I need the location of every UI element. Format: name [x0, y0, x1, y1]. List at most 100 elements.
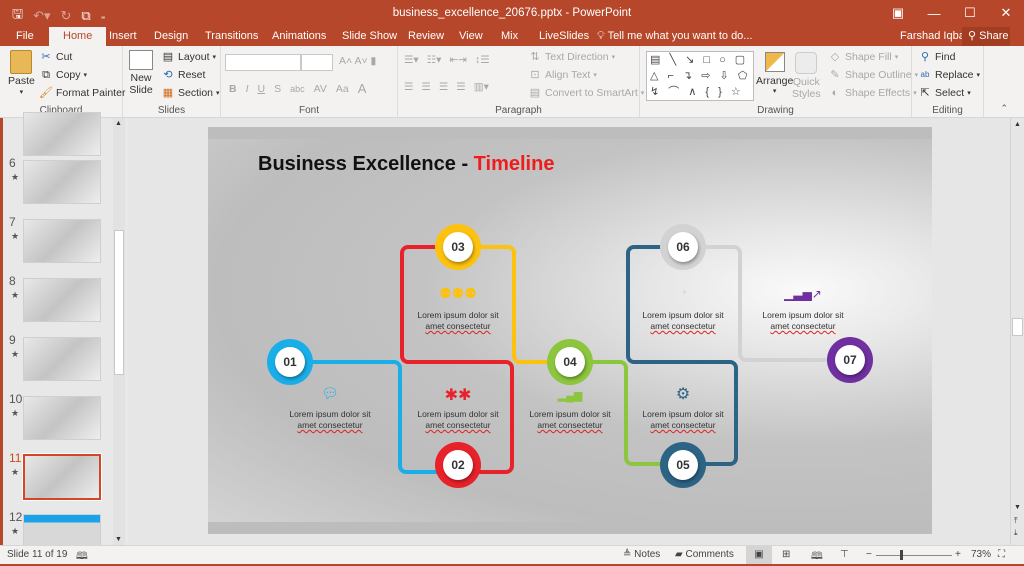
- tab-insert[interactable]: Insert: [107, 27, 139, 46]
- change-case-button[interactable]: Aa: [336, 83, 349, 95]
- scrollbar-thumb[interactable]: [114, 230, 124, 375]
- slide-thumbnail[interactable]: [23, 396, 101, 440]
- paste-button[interactable]: Paste ▾: [8, 50, 35, 96]
- comments-button[interactable]: ▰ Comments: [675, 549, 734, 560]
- collapse-ribbon-icon[interactable]: ⌃: [1000, 103, 1008, 114]
- align-text-button[interactable]: ⊡ Align Text ▾: [528, 69, 596, 81]
- strikethrough-button[interactable]: abc: [290, 84, 305, 94]
- save-icon[interactable]: 🖫: [12, 5, 23, 27]
- reset-button[interactable]: ⟲ Reset: [161, 69, 205, 81]
- format-painter-button[interactable]: 🖌︎ Format Painter: [39, 87, 125, 99]
- next-slide-icon[interactable]: ⤓: [1014, 528, 1018, 538]
- slide-sorter-button[interactable]: ⊞: [782, 549, 790, 560]
- customize-qat-icon[interactable]: ₌: [101, 11, 106, 22]
- layout-button[interactable]: ▤ Layout ▾: [161, 51, 216, 63]
- tab-view[interactable]: View: [457, 27, 485, 46]
- thumbnail-scrollbar[interactable]: ▲ ▼: [113, 118, 125, 545]
- step-node-02[interactable]: 02: [435, 442, 481, 488]
- step-description-03[interactable]: Lorem ipsum dolor sit amet consectetur: [403, 310, 513, 332]
- slide-thumbnail-selected[interactable]: [22, 453, 102, 501]
- tab-animations[interactable]: Animations: [270, 27, 328, 46]
- step-node-04[interactable]: 04: [547, 339, 593, 385]
- minimize-button[interactable]: —: [916, 0, 952, 26]
- step-node-05[interactable]: 05: [660, 442, 706, 488]
- zoom-in-button[interactable]: +: [955, 549, 961, 560]
- font-size-dropdown[interactable]: [301, 54, 333, 71]
- tab-file[interactable]: File: [14, 27, 36, 46]
- step-description-01[interactable]: Lorem ipsum dolor sit amet consectetur: [275, 409, 385, 431]
- align-center-icon[interactable]: ☰: [421, 81, 430, 93]
- replace-button[interactable]: ab Replace ▾: [918, 69, 981, 81]
- align-buttons[interactable]: ☰ ☰ ☰ ☰ ▥▾: [404, 81, 489, 93]
- slide-thumbnail[interactable]: [23, 337, 101, 381]
- slide-thumbnail[interactable]: [23, 219, 101, 263]
- font-name-dropdown[interactable]: [225, 54, 301, 71]
- select-button[interactable]: ⇱ Select ▾: [918, 87, 970, 99]
- justify-icon[interactable]: ☰: [456, 81, 465, 93]
- reading-view-button[interactable]: 🕮︎: [811, 549, 823, 566]
- step-node-07[interactable]: 07: [827, 337, 873, 383]
- notes-button[interactable]: ≜ Notes: [623, 549, 660, 560]
- step-node-06[interactable]: 06: [660, 224, 706, 270]
- font-color-button[interactable]: A: [358, 81, 367, 96]
- italic-button[interactable]: I: [246, 83, 249, 95]
- shadow-button[interactable]: S: [274, 83, 281, 95]
- scroll-up-icon[interactable]: ▲: [1014, 121, 1021, 128]
- zoom-slider-thumb[interactable]: [900, 550, 903, 560]
- tab-home[interactable]: Home: [49, 27, 107, 47]
- shape-outline-button[interactable]: ✎ Shape Outline ▾: [828, 69, 918, 81]
- align-left-icon[interactable]: ☰: [404, 81, 413, 93]
- step-description-02[interactable]: Lorem ipsum dolor sit amet consectetur: [403, 409, 513, 431]
- cut-button[interactable]: ✂ Cut: [39, 51, 72, 63]
- shapes-gallery[interactable]: ▤ ╲ ↘ □ ○ ▢ △ ⌐ ↴ ⇨ ⇩ ⬠ ↯ ⌒ ∧ { } ☆: [646, 51, 754, 101]
- shape-fill-button[interactable]: ◇ Shape Fill ▾: [828, 51, 898, 63]
- underline-button[interactable]: U: [258, 83, 266, 95]
- copy-button[interactable]: ⧉ Copy ▾: [39, 69, 87, 81]
- section-button[interactable]: ▦ Section ▾: [161, 87, 220, 99]
- slide-scrollbar[interactable]: ▲ ▼ ⤒ ⤓: [1010, 118, 1024, 545]
- tab-design[interactable]: Design: [152, 27, 190, 46]
- scrollbar-thumb[interactable]: [1012, 318, 1023, 336]
- slide-canvas[interactable]: Business Excellence - Timeline 01 02 03 …: [208, 127, 932, 534]
- start-slideshow-icon[interactable]: ⧉: [81, 8, 90, 24]
- arrange-button[interactable]: Arrange ▾: [756, 52, 793, 95]
- user-name[interactable]: Farshad Iqbal: [900, 27, 967, 46]
- normal-view-button[interactable]: ▣: [746, 546, 772, 564]
- close-button[interactable]: ✕: [988, 0, 1024, 26]
- scroll-up-icon[interactable]: ▲: [115, 120, 122, 127]
- bold-button[interactable]: B: [229, 83, 237, 95]
- tab-slide-show[interactable]: Slide Show: [340, 27, 399, 46]
- step-node-01[interactable]: 01: [267, 339, 313, 385]
- quick-styles-button[interactable]: Quick Styles: [792, 52, 821, 100]
- step-description-04[interactable]: Lorem ipsum dolor sit amet consectetur: [515, 409, 625, 431]
- step-node-03[interactable]: 03: [435, 224, 481, 270]
- new-slide-button[interactable]: New Slide: [129, 50, 153, 96]
- tab-liveslides[interactable]: LiveSlides: [537, 27, 591, 46]
- scroll-down-icon[interactable]: ▼: [1014, 504, 1021, 511]
- ribbon-display-options-icon[interactable]: ▣: [880, 0, 916, 26]
- line-spacing-icon[interactable]: ↕☰: [475, 54, 490, 66]
- maximize-button[interactable]: ☐: [952, 0, 988, 26]
- slide-thumbnail[interactable]: [23, 160, 101, 204]
- step-description-06[interactable]: Lorem ipsum dolor sit amet consectetur: [628, 310, 738, 332]
- slide-thumbnail[interactable]: [23, 112, 101, 156]
- share-button[interactable]: ⚲ Share: [962, 27, 1010, 46]
- indent-icon[interactable]: ⇤⇥: [449, 54, 467, 66]
- step-description-05[interactable]: Lorem ipsum dolor sit amet consectetur: [628, 409, 738, 431]
- previous-slide-icon[interactable]: ⤒: [1014, 516, 1018, 526]
- char-spacing-button[interactable]: AV: [314, 83, 327, 95]
- find-button[interactable]: ⚲ Find: [918, 51, 955, 63]
- step-description-07[interactable]: Lorem ipsum dolor sit amet consectetur: [748, 310, 858, 332]
- slide-thumbnail[interactable]: [23, 278, 101, 322]
- tab-mix[interactable]: Mix: [499, 27, 520, 46]
- zoom-level[interactable]: 73%: [971, 549, 991, 560]
- bullets-icon[interactable]: ☰▾: [404, 54, 419, 66]
- list-buttons[interactable]: ☰▾ ☷▾ ⇤⇥ ↕☰: [404, 54, 490, 66]
- columns-icon[interactable]: ▥▾: [474, 81, 489, 93]
- align-right-icon[interactable]: ☰: [439, 81, 448, 93]
- zoom-out-button[interactable]: −: [866, 549, 872, 560]
- zoom-slider[interactable]: [876, 555, 952, 556]
- convert-smartart-button[interactable]: ▤ Convert to SmartArt ▾: [528, 87, 645, 99]
- increase-font-icon[interactable]: A˄ A˅ ▮: [339, 55, 376, 67]
- shape-effects-button[interactable]: ◐ Shape Effects ▾: [828, 87, 917, 99]
